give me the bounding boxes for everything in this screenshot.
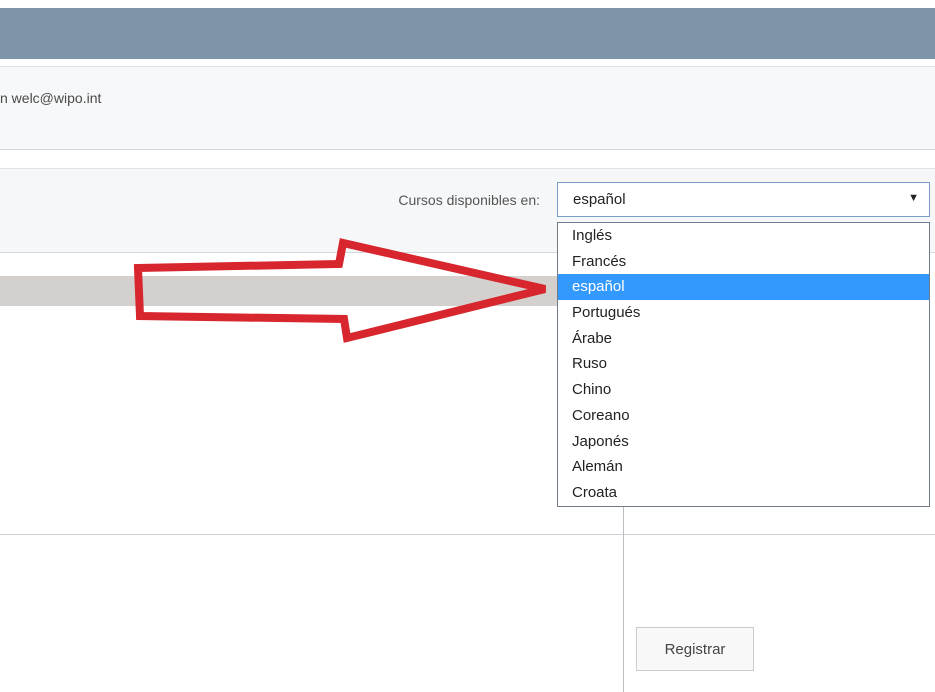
dropdown-option-japones[interactable]: Japonés bbox=[558, 429, 929, 455]
dropdown-option-portugues[interactable]: Portugués bbox=[558, 300, 929, 326]
dropdown-option-croata[interactable]: Croata bbox=[558, 480, 929, 506]
dropdown-option-chino[interactable]: Chino bbox=[558, 377, 929, 403]
language-select[interactable]: español ▼ bbox=[557, 182, 930, 217]
top-header-bar bbox=[0, 8, 935, 59]
dropdown-option-coreano[interactable]: Coreano bbox=[558, 403, 929, 429]
language-dropdown-list: Inglés Francés español Portugués Árabe R… bbox=[557, 222, 930, 507]
dropdown-option-aleman[interactable]: Alemán bbox=[558, 454, 929, 480]
dropdown-option-frances[interactable]: Francés bbox=[558, 249, 929, 275]
chevron-down-icon[interactable]: ▼ bbox=[908, 192, 919, 204]
horizontal-divider bbox=[0, 534, 935, 535]
email-panel bbox=[0, 66, 935, 150]
vertical-divider bbox=[623, 500, 624, 692]
language-select-value: español bbox=[573, 191, 626, 208]
courses-available-label: Cursos disponibles en: bbox=[398, 192, 540, 208]
dropdown-option-arabe[interactable]: Árabe bbox=[558, 326, 929, 352]
list-header-band bbox=[0, 276, 560, 306]
dropdown-option-ruso[interactable]: Ruso bbox=[558, 351, 929, 377]
dropdown-option-ingles[interactable]: Inglés bbox=[558, 223, 929, 249]
user-email: n welc@wipo.int bbox=[0, 90, 102, 106]
dropdown-option-espanol[interactable]: español bbox=[558, 274, 929, 301]
register-button[interactable]: Registrar bbox=[636, 627, 754, 671]
